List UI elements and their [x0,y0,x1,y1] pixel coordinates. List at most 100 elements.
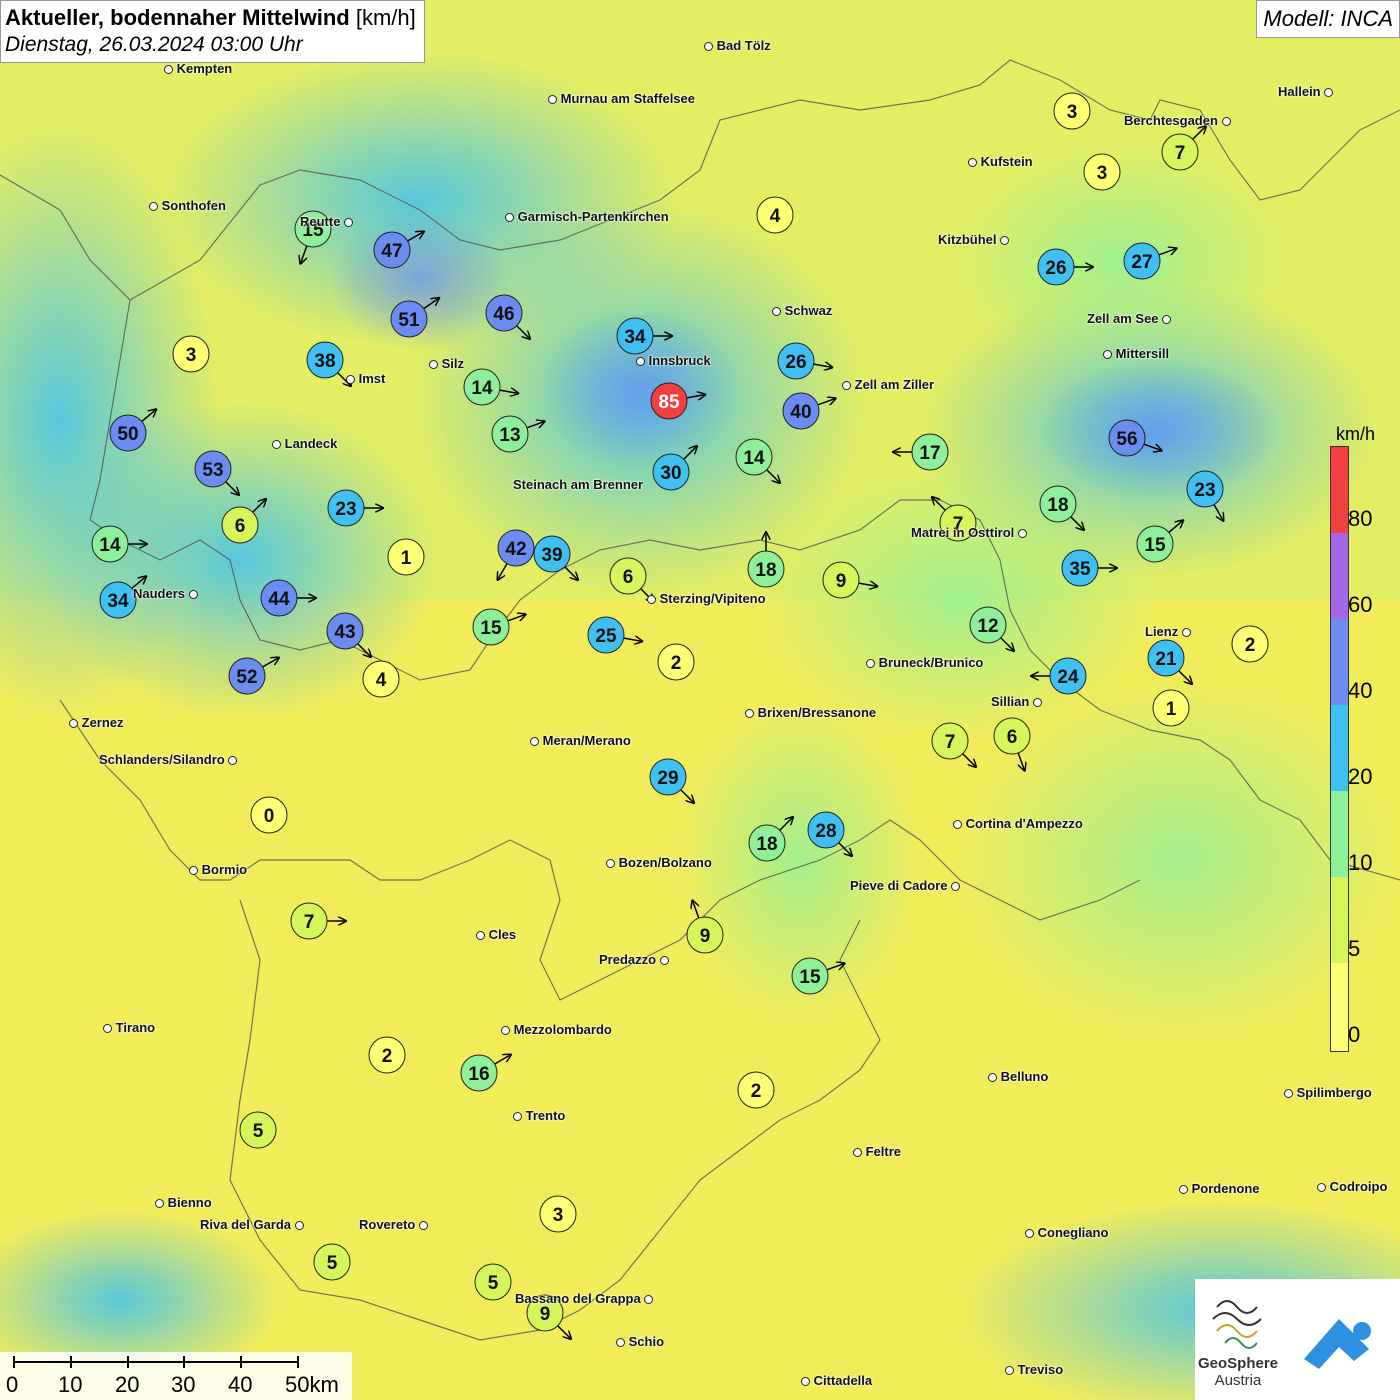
legend-seg-40-60 [1331,619,1348,705]
city-marker-icon [505,213,514,223]
wind-speed-value: 4 [770,206,781,227]
legend-tick: 5 [1348,936,1361,961]
city-label: Bassano del Grappa [515,1291,654,1306]
city-label: Schlanders/Silandro [99,752,238,767]
city-name: Zernez [81,715,124,730]
wind-station: 4 [756,196,794,234]
city-name: Matrei in Osttirol [911,525,1015,540]
city-label: Trento [513,1108,565,1123]
city-name: Schwaz [784,303,833,318]
wind-station: 0 [250,796,288,834]
city-name: Cles [488,927,517,942]
wind-speed-value: 3 [553,1205,564,1226]
wind-speed-value: 5 [253,1121,264,1142]
wind-speed-value: 14 [99,535,121,556]
city-marker-icon [1181,628,1191,638]
wind-speed-value: 3 [1067,102,1078,123]
city-name: Sillian [991,694,1030,709]
city-label: Schwaz [772,303,832,318]
wind-speed-value: 23 [1194,480,1215,501]
legend-tick: 60 [1348,592,1373,617]
city-label: Bienno [155,1195,212,1210]
legend-seg-60-80 [1331,533,1348,619]
city-label: Kempten [164,61,232,76]
geosphere-logo-text: GeoSphere Austria [1195,1355,1281,1389]
legend-seg-20-40 [1331,705,1348,791]
wind-speed-value: 13 [499,425,520,446]
wind-speed-value: 7 [945,732,956,753]
wind-speed-value: 50 [117,424,138,445]
wind-speed-value: 0 [264,806,275,827]
city-name: Steinach am Brenner [513,477,644,492]
city-name: Belluno [1000,1069,1049,1084]
city-marker-icon [745,709,754,719]
wind-speed-value: 29 [657,768,678,789]
wind-speed-value: 16 [468,1064,489,1085]
legend-tick: 40 [1348,678,1373,703]
wind-speed-value: 15 [480,618,502,639]
city-name: Trento [525,1108,566,1123]
wind-speed-value: 30 [660,463,681,484]
city-label: Cittadella [801,1373,872,1388]
city-label: Meran/Merano [530,733,631,748]
city-marker-icon [228,756,238,766]
wind-station: 3 [1053,92,1091,130]
city-name: Mezzolombardo [513,1022,612,1037]
city-name: Hallein [1278,84,1321,99]
city-name: Bozen/Bolzano [618,855,712,870]
city-label: Murnau am Staffelsee [548,91,695,106]
city-label: Hallein [1278,84,1334,99]
city-label: Silz [429,356,464,371]
city-name: Sonthofen [161,198,226,213]
wind-speed-value: 7 [304,912,315,933]
city-marker-icon [853,1148,862,1158]
city-name: Murnau am Staffelsee [560,91,695,106]
city-marker-icon [1317,1183,1326,1193]
wind-speed-value: 46 [493,304,514,325]
legend-color-bar [1330,446,1349,1052]
city-marker-icon [1017,529,1027,539]
legend-seg-80-plus [1331,447,1348,533]
wind-speed-value: 52 [236,667,257,688]
wind-speed-value: 1 [1166,699,1177,720]
legend-seg-0-5 [1331,963,1348,1051]
city-marker-icon [476,931,485,941]
city-name: Mittersill [1115,346,1170,361]
city-name: Bienno [167,1195,212,1210]
city-name: Tirano [115,1020,156,1035]
city-label: Zell am See [1087,311,1172,326]
city-name: Kitzbühel [938,232,997,247]
wind-speed-value: 26 [1045,258,1066,279]
city-label: Mezzolombardo [501,1022,612,1037]
city-marker-icon [1284,1089,1293,1099]
wind-speed-value: 28 [815,821,836,842]
city-name: Bormio [201,862,248,877]
city-label: Treviso [1005,1362,1063,1377]
wind-speed-value: 7 [1175,143,1186,164]
city-label: Feltre [853,1144,901,1159]
wind-speed-value: 3 [1097,163,1108,184]
wind-speed-value: 6 [235,516,246,537]
wind-speed-value: 2 [671,653,682,674]
city-marker-icon [1005,1366,1014,1376]
wind-speed-value: 15 [1144,535,1166,556]
wind-speed-value: 18 [756,834,777,855]
city-marker-icon [513,1112,522,1122]
city-label: Codroipo [1317,1179,1387,1194]
city-label: Conegliano [1025,1225,1108,1240]
city-marker-icon [968,158,977,168]
legend-seg-5-10 [1331,877,1348,963]
wind-station: 4 [362,660,400,698]
geosphere-logo-icon [1212,1300,1262,1349]
city-marker-icon [344,218,354,228]
city-name: Kufstein [980,154,1033,169]
wind-speed-value: 47 [381,241,402,262]
city-label: Lienz [1145,624,1191,639]
wind-speed-value: 5 [327,1253,338,1274]
wind-speed-value: 38 [314,351,335,372]
city-name: Sterzing/Vipiteno [659,591,766,606]
wind-speed-value: 6 [623,567,634,588]
city-name: Meran/Merano [542,733,631,748]
wind-speed-value: 85 [658,392,680,413]
city-name: Riva del Garda [200,1217,292,1232]
